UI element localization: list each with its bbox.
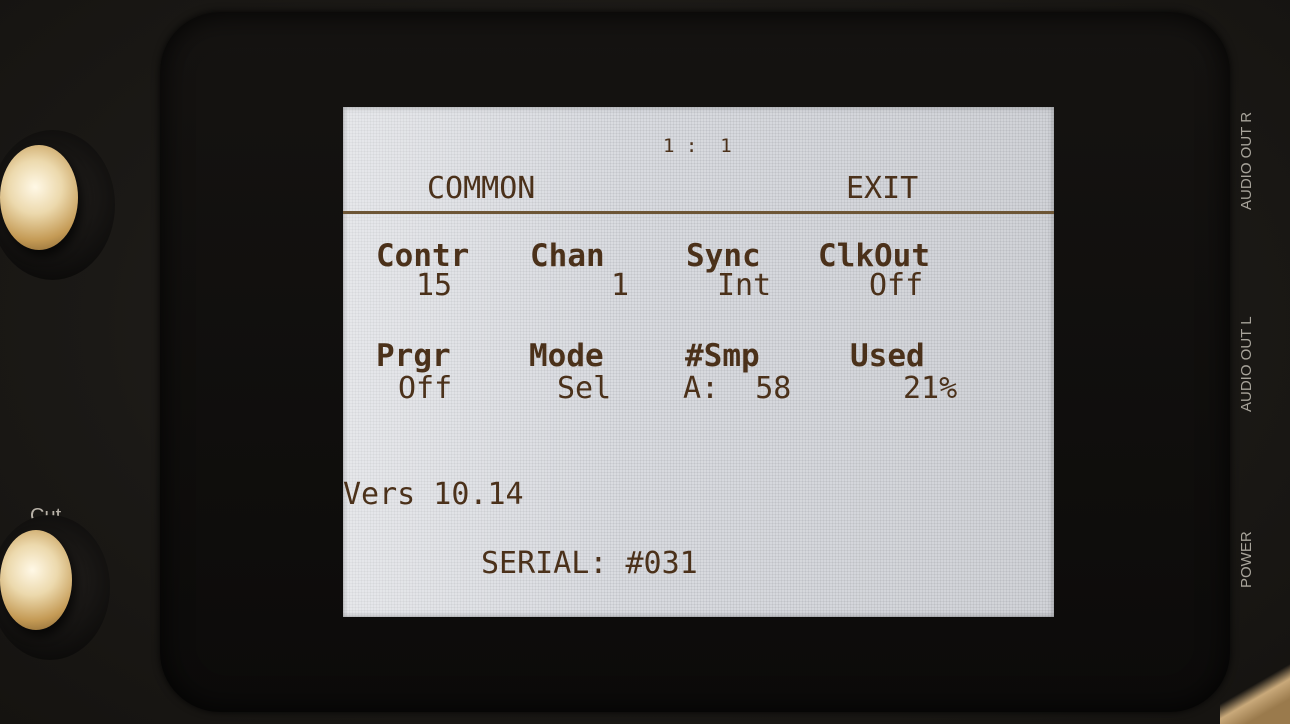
param-value-sync[interactable]: Int bbox=[717, 268, 771, 303]
serial-number: SERIAL: #031 bbox=[481, 546, 698, 581]
param-label-mode: Mode bbox=[529, 338, 604, 374]
audio-out-r-label: AUDIO OUT R bbox=[1238, 111, 1255, 210]
param-value-smp[interactable]: A: 58 bbox=[683, 371, 791, 406]
param-value-contr[interactable]: 15 bbox=[416, 268, 452, 303]
header-divider bbox=[343, 211, 1054, 214]
corner-hardware bbox=[1220, 664, 1290, 724]
param-label-smp: #Smp bbox=[685, 338, 760, 374]
knob-2[interactable] bbox=[0, 530, 72, 630]
param-label-prgr: Prgr bbox=[376, 338, 451, 374]
param-value-prgr[interactable]: Off bbox=[398, 371, 452, 406]
audio-out-l-label: AUDIO OUT L bbox=[1238, 316, 1255, 412]
param-value-chan[interactable]: 1 bbox=[611, 268, 629, 303]
param-value-clkout[interactable]: Off bbox=[869, 268, 923, 303]
power-label: POWER bbox=[1238, 531, 1255, 588]
param-label-chan: Chan bbox=[530, 238, 605, 274]
knob-1[interactable] bbox=[0, 145, 78, 250]
lcd-screen: 1 : 1 COMMON EXIT Contr Chan Sync ClkOut… bbox=[343, 107, 1054, 617]
menu-exit[interactable]: EXIT bbox=[846, 171, 918, 206]
param-label-used: Used bbox=[850, 338, 925, 374]
position-readout: 1 : 1 bbox=[663, 135, 732, 157]
param-value-used[interactable]: 21% bbox=[903, 371, 957, 406]
param-value-mode[interactable]: Sel bbox=[557, 371, 611, 406]
menu-common[interactable]: COMMON bbox=[427, 171, 535, 206]
firmware-version: Vers 10.14 bbox=[343, 477, 524, 512]
